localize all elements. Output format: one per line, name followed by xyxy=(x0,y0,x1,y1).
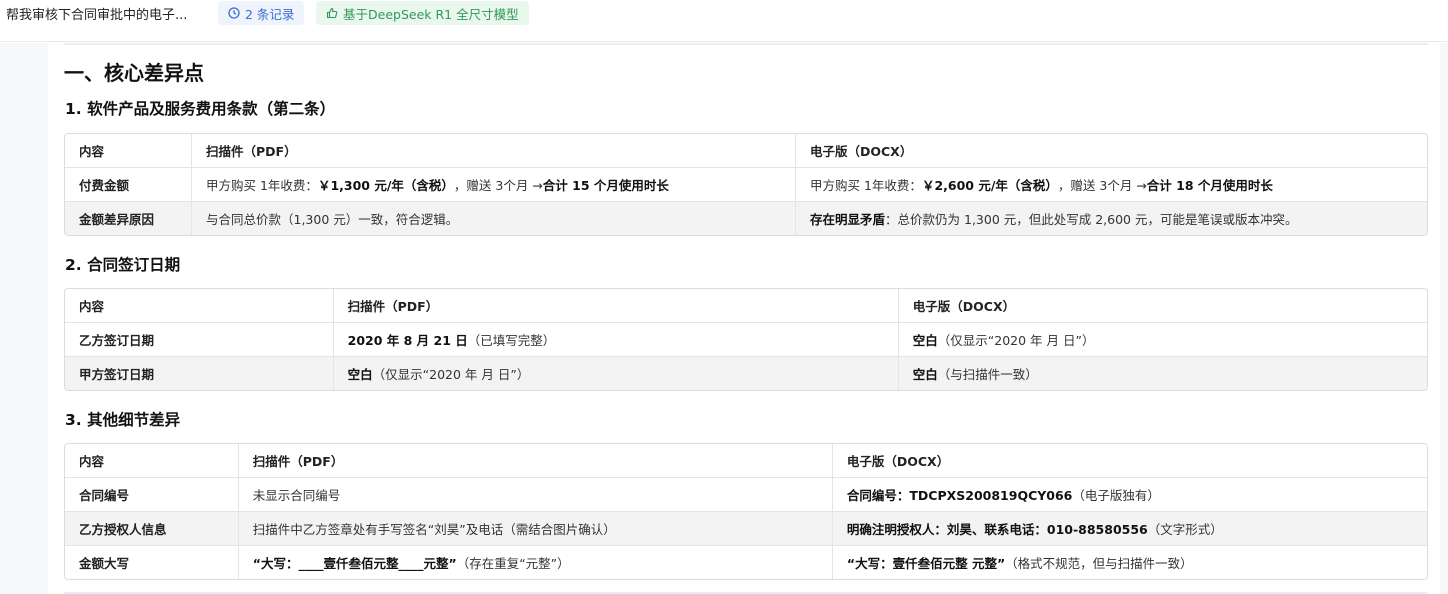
pdf-cell: 与合同总价款（1,300 元）一致，符合逻辑。 xyxy=(191,202,795,235)
pdf-cell: 未显示合同编号 xyxy=(237,478,832,511)
row-label: 金额差异原因 xyxy=(79,212,155,227)
thumbs-up-icon xyxy=(326,7,338,19)
column-header: 电子版（DOCX） xyxy=(897,289,1427,322)
table-header-row: 内容 扫描件（PDF） 电子版（DOCX） xyxy=(65,134,1427,167)
column-header: 扫描件（PDF） xyxy=(332,289,898,322)
docx-cell: 甲方购买 1年收费： ￥2,600 元/年（含税） ，赠送 3个月 → 合计 18 … xyxy=(795,168,1427,201)
table-row: 付费金额 甲方购买 1年收费： ￥1,300 元/年（含税） ，赠送 3个月 → 合计… xyxy=(65,167,1427,201)
pdf-cell: 2020 年 8 月 21 日（已填写完整） xyxy=(332,323,898,356)
fees-table: 内容 扫描件（PDF） 电子版（DOCX） 付费金额 甲方购买 1年收费： ￥1,300 … xyxy=(64,133,1428,236)
docx-cell: 空白 （与扫描件一致） xyxy=(897,357,1427,390)
column-header: 内容 xyxy=(79,299,105,314)
docx-cell: “大写：壹仟叁佰元整 元整” （格式不规范，但与扫描件一致） xyxy=(831,546,1427,579)
table-row: 合同编号 未显示合同编号 合同编号：TDCPXS200819QCY066 （电子版独有… xyxy=(65,477,1427,511)
subsection-title-dates: 2. 合同签订日期 xyxy=(65,256,181,274)
table-row: 金额大写 “大写：____壹仟叁佰元整____元整” （存在重复“元整”） “大写：壹… xyxy=(65,545,1427,579)
table-row: 乙方签订日期 2020 年 8 月 21 日（已填写完整） 空白 （仅显示“2020 … xyxy=(65,322,1427,356)
pdf-cell: “大写：____壹仟叁佰元整____元整” （存在重复“元整”） xyxy=(237,546,832,579)
table-row: 乙方授权人信息 扫描件中乙方签章处有手写签名“刘昊”及电话（需结合图片确认） 明确注… xyxy=(65,511,1427,545)
column-header: 扫描件（PDF） xyxy=(191,134,795,167)
pdf-cell: 空白 （仅显示“2020 年 月 日”） xyxy=(332,357,898,390)
docx-cell: 明确注明授权人：刘昊、联系电话：010-88580556 （文字形式） xyxy=(831,512,1427,545)
clock-icon xyxy=(228,7,240,19)
column-header: 内容 xyxy=(79,454,105,469)
records-badge[interactable]: 2 条记录 xyxy=(218,1,305,25)
model-label: 基于DeepSeek R1 全尺寸模型 xyxy=(343,6,519,22)
row-label: 乙方签订日期 xyxy=(79,333,155,348)
column-header: 内容 xyxy=(79,144,105,159)
pdf-cell: 甲方购买 1年收费： ￥1,300 元/年（含税） ，赠送 3个月 → 合计 15 … xyxy=(191,168,795,201)
scrollbar-track[interactable] xyxy=(1440,43,1448,594)
row-label: 甲方签订日期 xyxy=(79,367,155,382)
left-gutter xyxy=(0,43,48,594)
docx-cell: 空白 （仅显示“2020 年 月 日”） xyxy=(897,323,1427,356)
table-header-row: 内容 扫描件（PDF） 电子版（DOCX） xyxy=(65,444,1427,477)
table-header-row: 内容 扫描件（PDF） 电子版（DOCX） xyxy=(65,289,1427,322)
table-row: 金额差异原因 与合同总价款（1,300 元）一致，符合逻辑。 存在明显矛盾 ：总价款仍… xyxy=(65,201,1427,235)
conversation-header: 帮我审核下合同审批中的电子... 2 条记录 基于DeepSeek R1 全尺寸… xyxy=(0,0,1448,42)
row-label: 金额大写 xyxy=(79,556,130,571)
model-badge[interactable]: 基于DeepSeek R1 全尺寸模型 xyxy=(316,1,529,25)
column-header: 电子版（DOCX） xyxy=(795,134,1427,167)
subsection-title-details: 3. 其他细节差异 xyxy=(65,411,181,429)
dates-table: 内容 扫描件（PDF） 电子版（DOCX） 乙方签订日期 2020 年 8 月 21 日… xyxy=(64,288,1428,391)
row-label: 合同编号 xyxy=(79,488,130,503)
conversation-title[interactable]: 帮我审核下合同审批中的电子... xyxy=(6,4,187,23)
column-header: 电子版（DOCX） xyxy=(831,444,1427,477)
row-label: 付费金额 xyxy=(79,178,130,193)
pdf-cell: 扫描件中乙方签章处有手写签名“刘昊”及电话（需结合图片确认） xyxy=(237,512,832,545)
divider xyxy=(64,43,1428,45)
docx-cell: 存在明显矛盾 ：总价款仍为 1,300 元，但此处写成 2,600 元，可能是笔误… xyxy=(795,202,1427,235)
section-heading: 一、核心差异点 xyxy=(64,61,204,85)
answer-content: 一、核心差异点 1. 软件产品及服务费用条款（第二条） 内容 扫描件（PDF） 电子… xyxy=(48,43,1440,594)
row-label: 乙方授权人信息 xyxy=(79,522,167,537)
records-label: 2 条记录 xyxy=(245,6,295,22)
docx-cell: 合同编号：TDCPXS200819QCY066 （电子版独有） xyxy=(831,478,1427,511)
column-header: 扫描件（PDF） xyxy=(237,444,832,477)
table-row: 甲方签订日期 空白 （仅显示“2020 年 月 日”） 空白 （与扫描件一致） xyxy=(65,356,1427,390)
subsection-title-fees: 1. 软件产品及服务费用条款（第二条） xyxy=(65,100,336,118)
details-table: 内容 扫描件（PDF） 电子版（DOCX） 合同编号 未显示合同编号 合同编号：TDCPX… xyxy=(64,443,1428,580)
